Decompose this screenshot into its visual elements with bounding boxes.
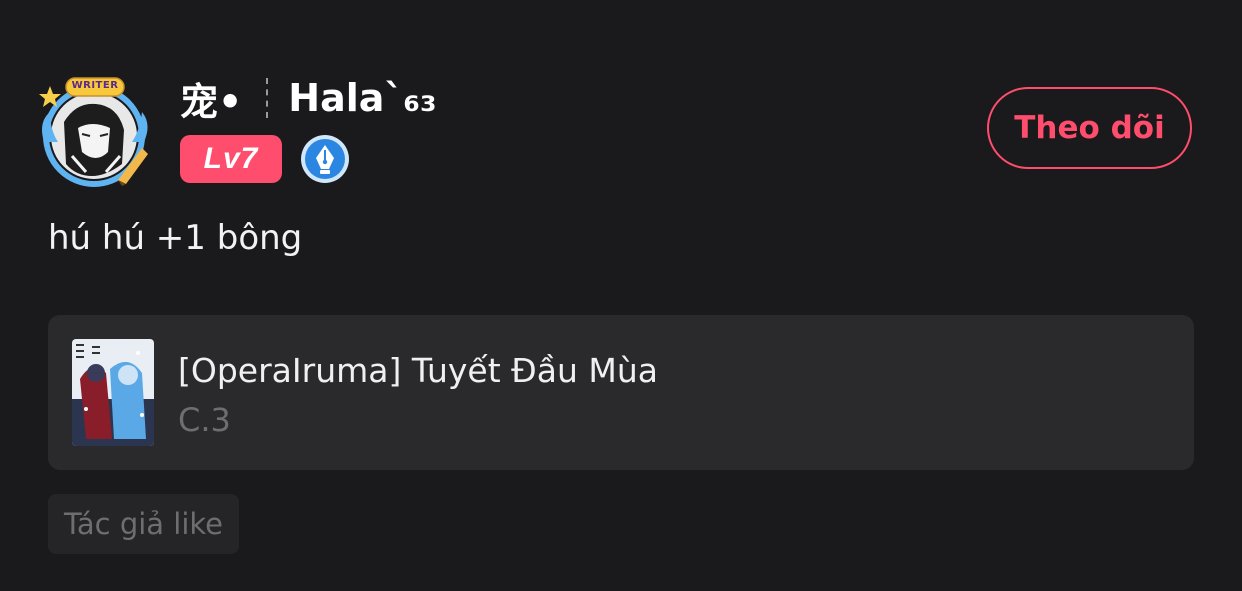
writer-frame-label: WRITER bbox=[71, 80, 119, 91]
author-like-tag: Tác giả like bbox=[48, 494, 239, 554]
story-card[interactable]: [OperaIruma] Tuyết Đầu Mùa C.3 bbox=[48, 315, 1194, 470]
comment-text: hú hú +1 bông bbox=[48, 218, 303, 258]
username-part-1: 宠• bbox=[180, 79, 243, 124]
pen-nib-icon[interactable] bbox=[300, 134, 350, 184]
story-chapter: C.3 bbox=[178, 401, 231, 439]
username-part-2: Hala`₆₃ bbox=[288, 76, 437, 120]
badges-row: Lv7 bbox=[180, 134, 350, 184]
level-badge: Lv7 bbox=[180, 135, 282, 183]
follow-button[interactable]: Theo dõi bbox=[987, 87, 1192, 169]
story-cover-image bbox=[72, 339, 154, 446]
story-title: [OperaIruma] Tuyết Đầu Mùa bbox=[178, 351, 658, 390]
username-divider bbox=[266, 78, 269, 118]
username[interactable]: 宠• Hala`₆₃ bbox=[180, 72, 437, 124]
